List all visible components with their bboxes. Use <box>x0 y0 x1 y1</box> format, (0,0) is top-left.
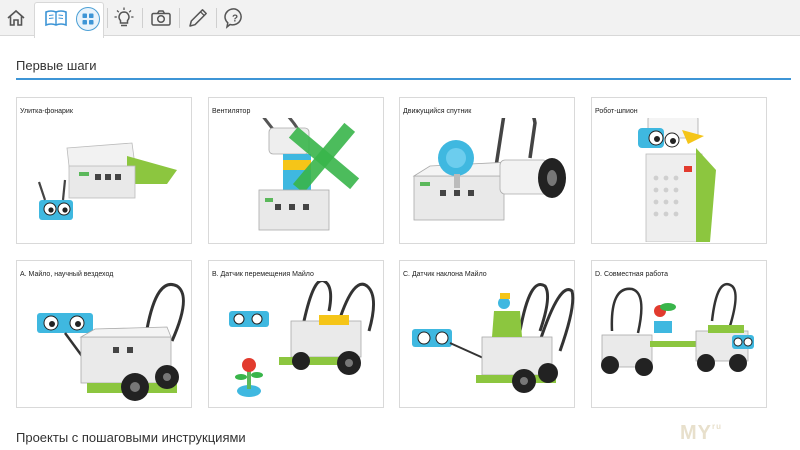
help-button[interactable]: ? <box>222 0 248 36</box>
cooperation-model-image <box>601 283 754 376</box>
milo-rover-model-image <box>37 283 185 401</box>
toolbar-divider <box>142 8 143 28</box>
edit-button[interactable] <box>185 0 211 36</box>
top-toolbar: ? <box>0 0 800 38</box>
svg-text:?: ? <box>232 14 238 25</box>
card-label: Движущийся спутник <box>403 108 472 115</box>
milo-tilt-sensor-model-image <box>412 283 575 393</box>
section-title-projects: Проекты с пошаговыми инструкциями <box>16 430 246 445</box>
section-title: Первые шаги <box>16 58 97 73</box>
toolbar-divider <box>179 8 180 28</box>
card-label: Улитка-фонарик <box>20 108 73 115</box>
home-icon <box>7 9 25 26</box>
help-icon: ? <box>224 8 242 29</box>
home-button[interactable] <box>2 0 30 36</box>
project-card-milo-tilt-sensor[interactable]: C. Датчик наклона Майло <box>399 260 575 408</box>
toolbar-divider <box>216 8 217 28</box>
project-card-fan[interactable]: Вентилятор <box>208 97 384 244</box>
camera-button[interactable] <box>148 0 174 36</box>
section-underline <box>16 78 791 80</box>
card-label: A. Майло, научный вездеход <box>20 271 114 278</box>
book-icon <box>45 10 67 27</box>
project-card-snail[interactable]: Улитка-фонарик <box>16 97 192 244</box>
lightbulb-icon <box>114 7 134 27</box>
toolbar-divider <box>107 8 108 28</box>
milo-motion-sensor-model-image <box>229 281 375 397</box>
card-label: D. Совместная работа <box>595 271 668 278</box>
book-button[interactable] <box>42 0 70 36</box>
card-label: Вентилятор <box>212 108 251 115</box>
project-card-milo-motion-sensor[interactable]: B. Датчик перемещения Майло <box>208 260 384 408</box>
project-card-spy-robot[interactable]: Робот-шпион <box>591 97 767 244</box>
spy-robot-model-image <box>638 118 716 242</box>
project-card-milo-rover[interactable]: A. Майло, научный вездеход <box>16 260 192 408</box>
pencil-icon <box>189 9 207 27</box>
watermark-logo: MYru <box>680 422 722 444</box>
ideas-button[interactable] <box>111 0 137 36</box>
fan-model-image <box>258 118 360 231</box>
camera-icon <box>151 10 171 26</box>
project-card-satellite[interactable]: Движущийся спутник <box>399 97 575 244</box>
snail-model-image <box>37 142 177 220</box>
card-label: B. Датчик перемещения Майло <box>212 271 314 278</box>
card-label: Робот-шпион <box>595 108 638 115</box>
project-card-cooperation[interactable]: D. Совместная работа <box>591 260 767 408</box>
satellite-model-image <box>412 118 566 221</box>
grid-view-button[interactable] <box>76 7 100 31</box>
grid-icon <box>82 13 94 25</box>
card-label: C. Датчик наклона Майло <box>403 271 487 278</box>
